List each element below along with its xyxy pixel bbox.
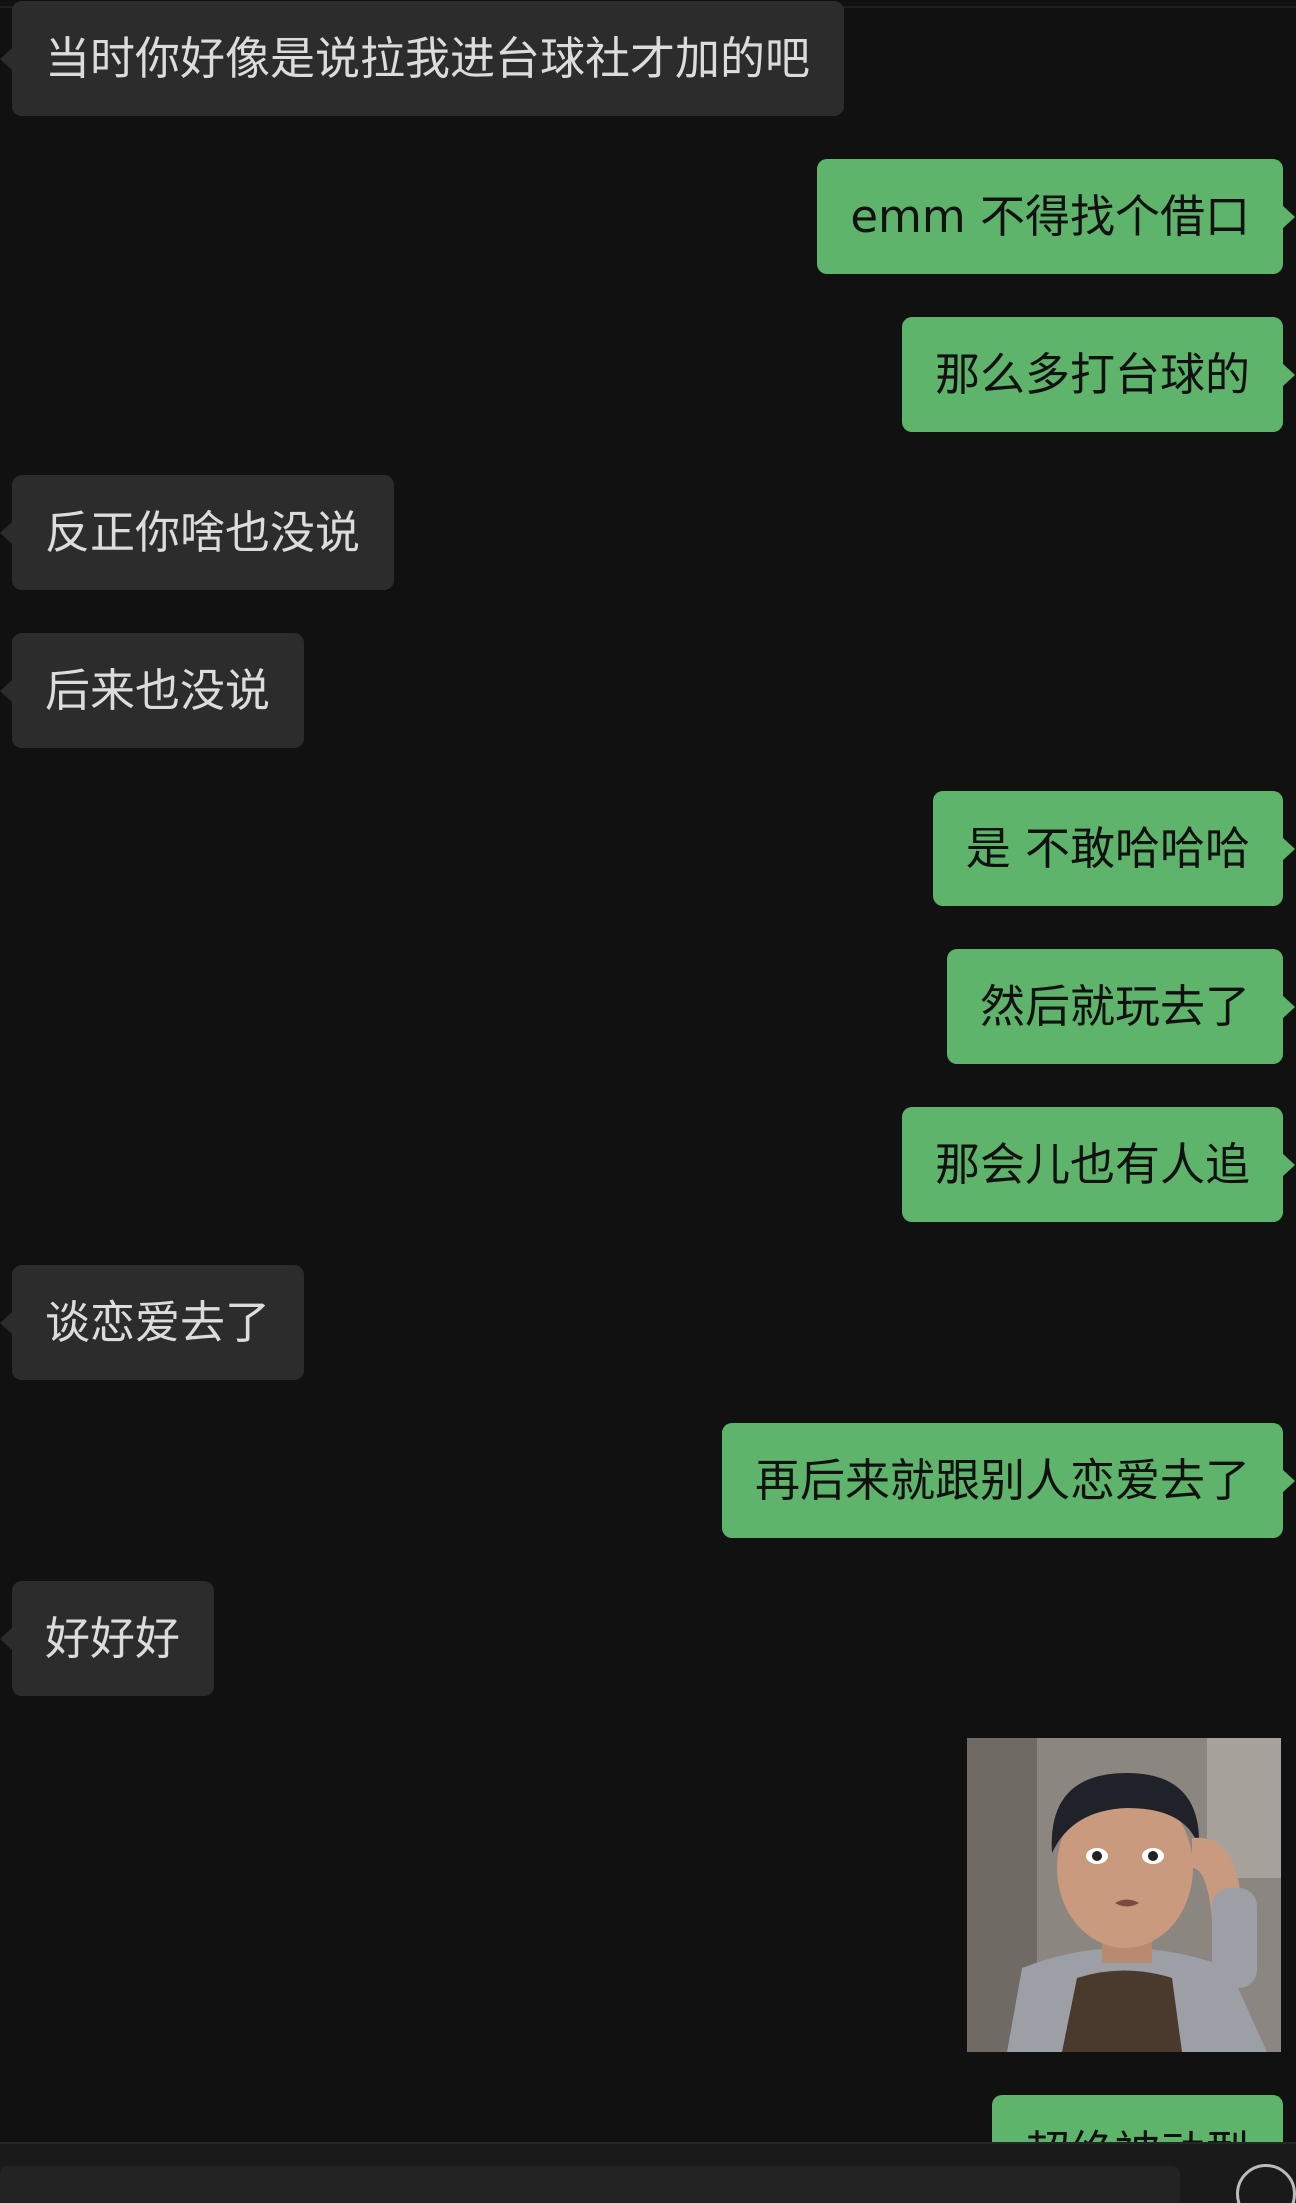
incoming-message-bubble[interactable]: 好好好 — [0, 1581, 215, 1696]
outgoing-message-bubble[interactable]: 那会儿也有人追 — [901, 1107, 1296, 1222]
sticker-image — [967, 1738, 1281, 2052]
incoming-message-bubble[interactable]: 后来也没说 — [0, 633, 305, 748]
message-input[interactable] — [0, 2166, 1180, 2203]
outgoing-message-bubble[interactable]: 超绝被动型 — [991, 2095, 1296, 2142]
chat-screen: 当时你好像是说拉我进台球社才加的吧 emm 不得找个借口 那么多打台球的 反正你… — [0, 0, 1296, 2203]
input-bar — [0, 2142, 1296, 2203]
outgoing-message-bubble[interactable]: 那么多打台球的 — [901, 317, 1296, 432]
meme-face-sticker[interactable] — [967, 1738, 1281, 2052]
incoming-message-bubble[interactable]: 当时你好像是说拉我进台球社才加的吧 — [0, 1, 845, 116]
incoming-message-bubble[interactable]: 谈恋爱去了 — [0, 1265, 305, 1380]
outgoing-message-bubble[interactable]: 然后就玩去了 — [946, 949, 1296, 1064]
outgoing-message-bubble[interactable]: 再后来就跟别人恋爱去了 — [721, 1423, 1296, 1538]
incoming-message-bubble[interactable]: 反正你啥也没说 — [0, 475, 395, 590]
outgoing-message-bubble[interactable]: emm 不得找个借口 — [817, 159, 1295, 274]
message-list[interactable]: 当时你好像是说拉我进台球社才加的吧 emm 不得找个借口 那么多打台球的 反正你… — [0, 0, 1296, 2142]
outgoing-message-bubble[interactable]: 是 不敢哈哈哈 — [932, 791, 1296, 906]
voice-icon[interactable] — [1236, 2164, 1296, 2203]
